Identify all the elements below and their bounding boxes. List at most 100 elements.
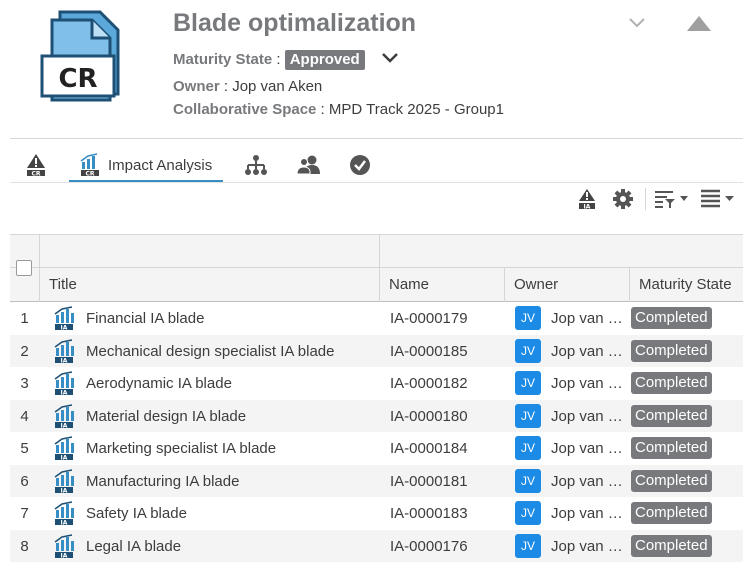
owner-avatar[interactable]: JV [515, 338, 541, 363]
impact-analysis-item-icon: IA [53, 436, 75, 461]
maturity-state-badge[interactable]: Completed [631, 502, 712, 524]
change-request-document-icon: CR [38, 8, 134, 106]
row-owner: Jop van … [551, 505, 623, 522]
svg-text:IA: IA [61, 519, 68, 525]
row-owner: Jop van … [551, 375, 623, 392]
table-row[interactable]: 2 IA Mechanical design specialist IA blade… [10, 334, 743, 367]
row-title[interactable]: Mechanical design specialist IA blade [86, 343, 334, 360]
column-divider [629, 268, 630, 302]
table-row[interactable]: 6 IA Manufacturing IA blade IA-0000181 JV Jop… [10, 464, 743, 497]
table-row[interactable]: 4 IA Material design IA blade IA-0000180 JV J… [10, 399, 743, 432]
table-row[interactable]: 5 IA Marketing specialist IA blade IA-00001… [10, 432, 743, 465]
row-name: IA-0000184 [390, 440, 468, 457]
row-owner: Jop van … [551, 342, 623, 360]
chevron-down-icon[interactable] [380, 50, 400, 66]
svg-text:CR: CR [31, 171, 40, 178]
header-divider [10, 138, 743, 139]
maturity-state-label: Maturity State [173, 50, 273, 68]
grid-group-header [10, 234, 743, 268]
table-row[interactable]: 1 IA Financial IA blade IA-0000179 JV Jop van… [10, 302, 743, 335]
row-owner: Jop van … [551, 537, 623, 555]
svg-text:IA: IA [61, 422, 68, 428]
svg-text:IA: IA [61, 487, 68, 493]
tab-change-request[interactable]: CR [25, 150, 47, 180]
row-title[interactable]: Legal IA blade [86, 538, 181, 555]
column-header-title[interactable]: Title [49, 276, 77, 293]
row-title[interactable]: Aerodynamic IA blade [86, 375, 232, 392]
column-header-maturity-state[interactable]: Maturity State [639, 276, 732, 293]
owner-avatar[interactable]: JV [515, 403, 541, 428]
settings-button[interactable] [612, 186, 634, 212]
list-view-button[interactable] [700, 186, 738, 212]
svg-text:CR: CR [85, 171, 94, 178]
table-row[interactable]: 8 IA Legal IA blade IA-0000176 JV Jop van … Co… [10, 529, 743, 562]
list-view-icon [701, 189, 734, 208]
owner-avatar[interactable]: JV [515, 468, 541, 493]
svg-text:IA: IA [61, 357, 68, 363]
expand-triangle-icon[interactable] [686, 14, 712, 32]
meta-separator: : [316, 101, 329, 118]
maturity-state-badge[interactable]: Completed [631, 534, 712, 557]
hierarchy-icon [245, 155, 267, 175]
impact-analysis-item-icon: IA [53, 501, 75, 526]
tab-members[interactable] [297, 150, 321, 180]
collaborative-space-row: Collaborative Space : MPD Track 2025 - G… [173, 101, 504, 118]
table-row[interactable]: 7 IA Safety IA blade IA-0000183 JV Jop van … C… [10, 497, 743, 530]
row-name: IA-0000182 [390, 375, 468, 392]
impact-analysis-item-icon: IA [53, 468, 75, 494]
svg-text:IA: IA [584, 204, 591, 211]
column-divider [379, 234, 380, 302]
filter-icon [655, 191, 688, 208]
tabs-divider [10, 182, 743, 183]
tab-approval[interactable] [349, 150, 371, 180]
row-name: IA-0000181 [390, 472, 468, 490]
maturity-state-row: Maturity State : Approved [173, 50, 365, 70]
svg-text:IA: IA [61, 389, 68, 395]
checkmark-icon [350, 155, 370, 175]
row-title[interactable]: Manufacturing IA blade [86, 473, 239, 490]
row-title[interactable]: Safety IA blade [86, 505, 187, 522]
row-title[interactable]: Financial IA blade [86, 310, 204, 327]
cr-icon-text: CR [58, 64, 97, 94]
tab-impact-analysis-label: Impact Analysis [108, 156, 213, 174]
column-header-name[interactable]: Name [389, 276, 429, 293]
maturity-state-badge[interactable]: Completed [631, 437, 712, 459]
settings-icon [613, 189, 633, 209]
impact-analysis-grid: Title Name Owner Maturity State 1 IA Finan… [10, 234, 743, 562]
tab-impact-analysis[interactable]: CR Impact Analysis [80, 150, 212, 180]
meta-separator: : [272, 50, 285, 68]
ia-new-button[interactable]: IA [577, 186, 597, 212]
svg-text:IA: IA [61, 454, 68, 460]
filter-button[interactable] [654, 186, 690, 212]
owner-avatar[interactable]: JV [515, 371, 541, 395]
column-header-owner[interactable]: Owner [514, 276, 558, 293]
row-name: IA-0000176 [390, 537, 468, 555]
row-owner: Jop van … [551, 472, 623, 490]
row-name: IA-0000179 [390, 310, 468, 327]
tab-hierarchy[interactable] [245, 150, 267, 180]
owner-avatar[interactable]: JV [515, 533, 541, 558]
maturity-state-badge[interactable]: Completed [631, 307, 712, 329]
maturity-state-badge[interactable]: Completed [631, 469, 712, 492]
owner-avatar[interactable]: JV [515, 306, 541, 330]
select-all-checkbox[interactable] [16, 260, 32, 276]
collapse-chevron-icon[interactable] [627, 16, 647, 30]
row-title[interactable]: Marketing specialist IA blade [86, 440, 276, 457]
row-number: 2 [20, 342, 29, 360]
toolbar-separator [645, 188, 646, 210]
maturity-state-badge[interactable]: Completed [631, 404, 712, 427]
column-divider [39, 234, 40, 302]
owner-value: Jop van Aken [232, 78, 323, 95]
maturity-state-badge[interactable]: Completed [631, 372, 712, 394]
row-owner: Jop van … [551, 310, 623, 327]
row-name: IA-0000183 [390, 505, 468, 522]
maturity-state-badge[interactable]: Completed [631, 339, 712, 362]
row-number: 6 [20, 472, 29, 490]
table-row[interactable]: 3 IA Aerodynamic IA blade IA-0000182 JV Jop v… [10, 367, 743, 400]
owner-avatar[interactable]: JV [515, 436, 541, 460]
row-title[interactable]: Material design IA blade [86, 408, 246, 425]
row-number: 3 [20, 375, 29, 392]
maturity-state-badge[interactable]: Approved [284, 50, 365, 70]
owner-avatar[interactable]: JV [515, 501, 541, 525]
ia-new-icon: IA [579, 189, 595, 211]
